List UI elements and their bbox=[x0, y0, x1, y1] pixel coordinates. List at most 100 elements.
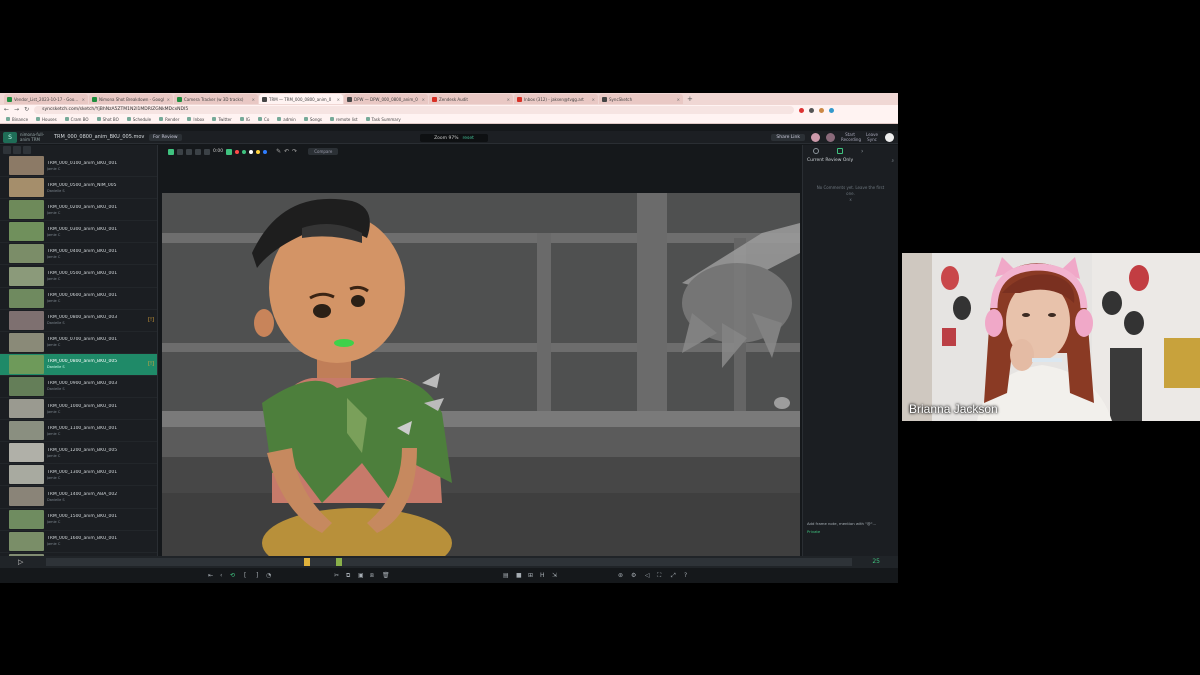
avatar[interactable] bbox=[826, 133, 835, 142]
browser-tab[interactable]: Nimona Shot Breakdown - Googl × bbox=[89, 94, 173, 104]
project-name[interactable]: nimona-full-anim TRM bbox=[20, 132, 48, 142]
bookmark-item[interactable]: remote list bbox=[329, 117, 358, 122]
shot-item[interactable]: TRM_000_0900_anim_BKU_003 Danielle S bbox=[0, 376, 157, 399]
start-recording-button[interactable]: Start Recording bbox=[841, 132, 861, 142]
undo-icon[interactable]: ↶ bbox=[284, 148, 289, 155]
close-tab-icon[interactable]: × bbox=[167, 97, 170, 102]
bookmark-item[interactable]: Render bbox=[159, 117, 179, 122]
grid-view-icon[interactable] bbox=[3, 146, 11, 154]
speed-icon[interactable]: ◔ bbox=[266, 572, 271, 579]
private-toggle[interactable]: Private bbox=[807, 529, 820, 534]
close-tab-icon[interactable]: × bbox=[337, 97, 340, 102]
bookmark-item[interactable]: Inbox bbox=[187, 117, 204, 122]
reload-icon[interactable]: ↻ bbox=[24, 105, 29, 115]
shot-item[interactable]: TRM_000_0300_anim_BKU_001 Jamie C bbox=[0, 221, 157, 244]
list-view-icon[interactable] bbox=[13, 146, 21, 154]
pen-tool-icon[interactable] bbox=[168, 148, 174, 155]
shot-item[interactable]: TRM_000_0100_anim_BKU_001 Jamie C bbox=[0, 155, 157, 178]
color-swatch-icon[interactable] bbox=[226, 148, 233, 155]
browser-tab[interactable]: Inbox (312) - jaksen@tvgg.art × bbox=[514, 94, 598, 104]
paste-icon[interactable]: ▣ bbox=[358, 572, 364, 579]
review-filter[interactable]: Current Review Only ⌕ bbox=[803, 157, 898, 165]
shot-item[interactable]: TRM_000_1000_anim_BKU_001 Jamie C bbox=[0, 398, 157, 421]
close-tab-icon[interactable]: × bbox=[507, 97, 510, 102]
bookmark-item[interactable]: Songs bbox=[303, 117, 322, 122]
brush-tool-icon[interactable] bbox=[186, 148, 192, 155]
bookmark-item[interactable]: Schedule bbox=[126, 117, 151, 122]
profile-icon[interactable] bbox=[829, 107, 835, 113]
close-tab-icon[interactable]: × bbox=[592, 97, 595, 102]
bookmark-item[interactable]: Co bbox=[258, 117, 269, 122]
search-icon[interactable]: ⌕ bbox=[891, 158, 894, 164]
bookmark-item[interactable]: admin bbox=[277, 117, 296, 122]
leave-sync-button[interactable]: Leave Sync bbox=[865, 132, 879, 142]
frame-marker[interactable] bbox=[336, 558, 342, 566]
pencil-icon[interactable]: ✎ bbox=[276, 148, 281, 155]
cut-icon[interactable]: ✂ bbox=[334, 572, 339, 579]
status-dropdown[interactable]: For Review bbox=[149, 133, 182, 141]
red-color-dot[interactable] bbox=[235, 149, 240, 154]
close-tab-icon[interactable]: × bbox=[82, 97, 85, 102]
shot-item[interactable]: TRM_000_0500_anim_NIM_005 Danielle S bbox=[0, 177, 157, 200]
close-tab-icon[interactable]: × bbox=[677, 97, 680, 102]
out-point-icon[interactable]: ] bbox=[256, 572, 258, 579]
zoom-reset-button[interactable]: reset bbox=[463, 136, 474, 141]
shape-tool-icon[interactable] bbox=[177, 148, 183, 155]
review-filter-label[interactable]: Current Review Only bbox=[807, 158, 853, 164]
redo-icon[interactable]: ↷ bbox=[292, 148, 297, 155]
camera-icon[interactable]: ▤ bbox=[503, 572, 509, 579]
export-icon[interactable]: ⇲ bbox=[552, 572, 557, 579]
in-point-icon[interactable]: [ bbox=[244, 572, 246, 579]
bookmark-item[interactable]: IG bbox=[239, 117, 250, 122]
extension-icon[interactable] bbox=[799, 107, 805, 113]
comments-icon[interactable] bbox=[837, 148, 843, 154]
green-color-dot[interactable] bbox=[242, 149, 247, 154]
bookmark-item[interactable]: Cram BO bbox=[64, 117, 89, 122]
prev-frame-icon[interactable]: ‹ bbox=[220, 572, 222, 579]
shot-item[interactable]: TRM_000_0700_anim_BKU_001 Jamie C bbox=[0, 332, 157, 354]
extension-icon[interactable] bbox=[809, 107, 815, 113]
bookmark-item[interactable]: Twitter bbox=[212, 117, 232, 122]
browser-tab[interactable]: TRM — TRM_000_0800_anim_0 × bbox=[259, 94, 343, 104]
back-icon[interactable]: ← bbox=[4, 105, 9, 115]
info-icon[interactable] bbox=[813, 148, 819, 154]
timeline-track[interactable] bbox=[46, 558, 852, 566]
eraser-tool-icon[interactable] bbox=[204, 148, 210, 155]
white-color-dot[interactable] bbox=[249, 149, 254, 154]
new-tab-button[interactable]: + bbox=[687, 94, 693, 104]
browser-tab[interactable]: Camera Tracker (w 3D tracks) × bbox=[174, 94, 258, 104]
add-note-input[interactable]: Add frame note, mention with "@"... bbox=[807, 521, 895, 526]
text-tool-icon[interactable] bbox=[195, 148, 201, 155]
yellow-color-dot[interactable] bbox=[256, 149, 261, 154]
extension-icon[interactable] bbox=[819, 107, 825, 113]
fullscreen-icon[interactable]: ⛶ bbox=[657, 572, 661, 580]
close-tab-icon[interactable]: × bbox=[252, 97, 255, 102]
shot-item[interactable]: TRM_000_1200_anim_BKU_005 Jamie C bbox=[0, 442, 157, 465]
duplicate-icon[interactable]: ⧈ bbox=[370, 572, 374, 580]
syncsketch-logo-icon[interactable]: S bbox=[3, 131, 17, 143]
compare-dropdown[interactable]: Compare bbox=[308, 148, 339, 155]
shot-item[interactable]: TRM_000_1600_anim_BKU_001 Jamie C bbox=[0, 531, 157, 553]
shot-item[interactable]: TRM_000_0500_anim_BKU_001 Jamie C bbox=[0, 265, 157, 288]
media-viewer[interactable] bbox=[162, 193, 800, 558]
browser-tab[interactable]: Vendor_List_2023-10-17 - Google × bbox=[4, 94, 88, 104]
bookmark-item[interactable]: Binance bbox=[6, 117, 28, 122]
shot-item[interactable]: TRM_000_0400_anim_BKU_001 Jamie C bbox=[0, 243, 157, 266]
ghost-icon[interactable]: ⊛ bbox=[618, 572, 623, 579]
bookmark-item[interactable]: Houses bbox=[36, 117, 57, 122]
url-bar[interactable]: syncsketch.com/sketch/YjBhNzA5ZTM1N2I1MD… bbox=[34, 106, 795, 114]
user-avatar[interactable] bbox=[885, 133, 894, 142]
shot-item[interactable]: TRM_000_0200_anim_BKU_001 Jamie C bbox=[0, 199, 157, 222]
grid-icon[interactable]: ⊞ bbox=[528, 572, 533, 579]
shot-item[interactable]: TRM_000_1500_anim_BKU_001 Jamie C bbox=[0, 509, 157, 531]
avatar[interactable] bbox=[811, 133, 820, 142]
share-link-button[interactable]: Share Link bbox=[771, 134, 805, 141]
shot-item[interactable]: TRM_000_0800_anim_BKU_003 Danielle S [!] bbox=[0, 310, 157, 332]
height-icon[interactable]: H bbox=[540, 572, 545, 579]
help-icon[interactable]: ? bbox=[684, 572, 687, 579]
blue-color-dot[interactable] bbox=[263, 149, 268, 154]
shot-item[interactable]: TRM_000_1300_anim_BKU_001 Jamie C bbox=[0, 464, 157, 487]
shot-item[interactable]: TRM_000_1100_anim_BKU_001 Jamie C bbox=[0, 420, 157, 443]
collapse-icon[interactable]: › bbox=[861, 148, 863, 155]
loop-icon[interactable]: ⟲ bbox=[230, 572, 235, 579]
